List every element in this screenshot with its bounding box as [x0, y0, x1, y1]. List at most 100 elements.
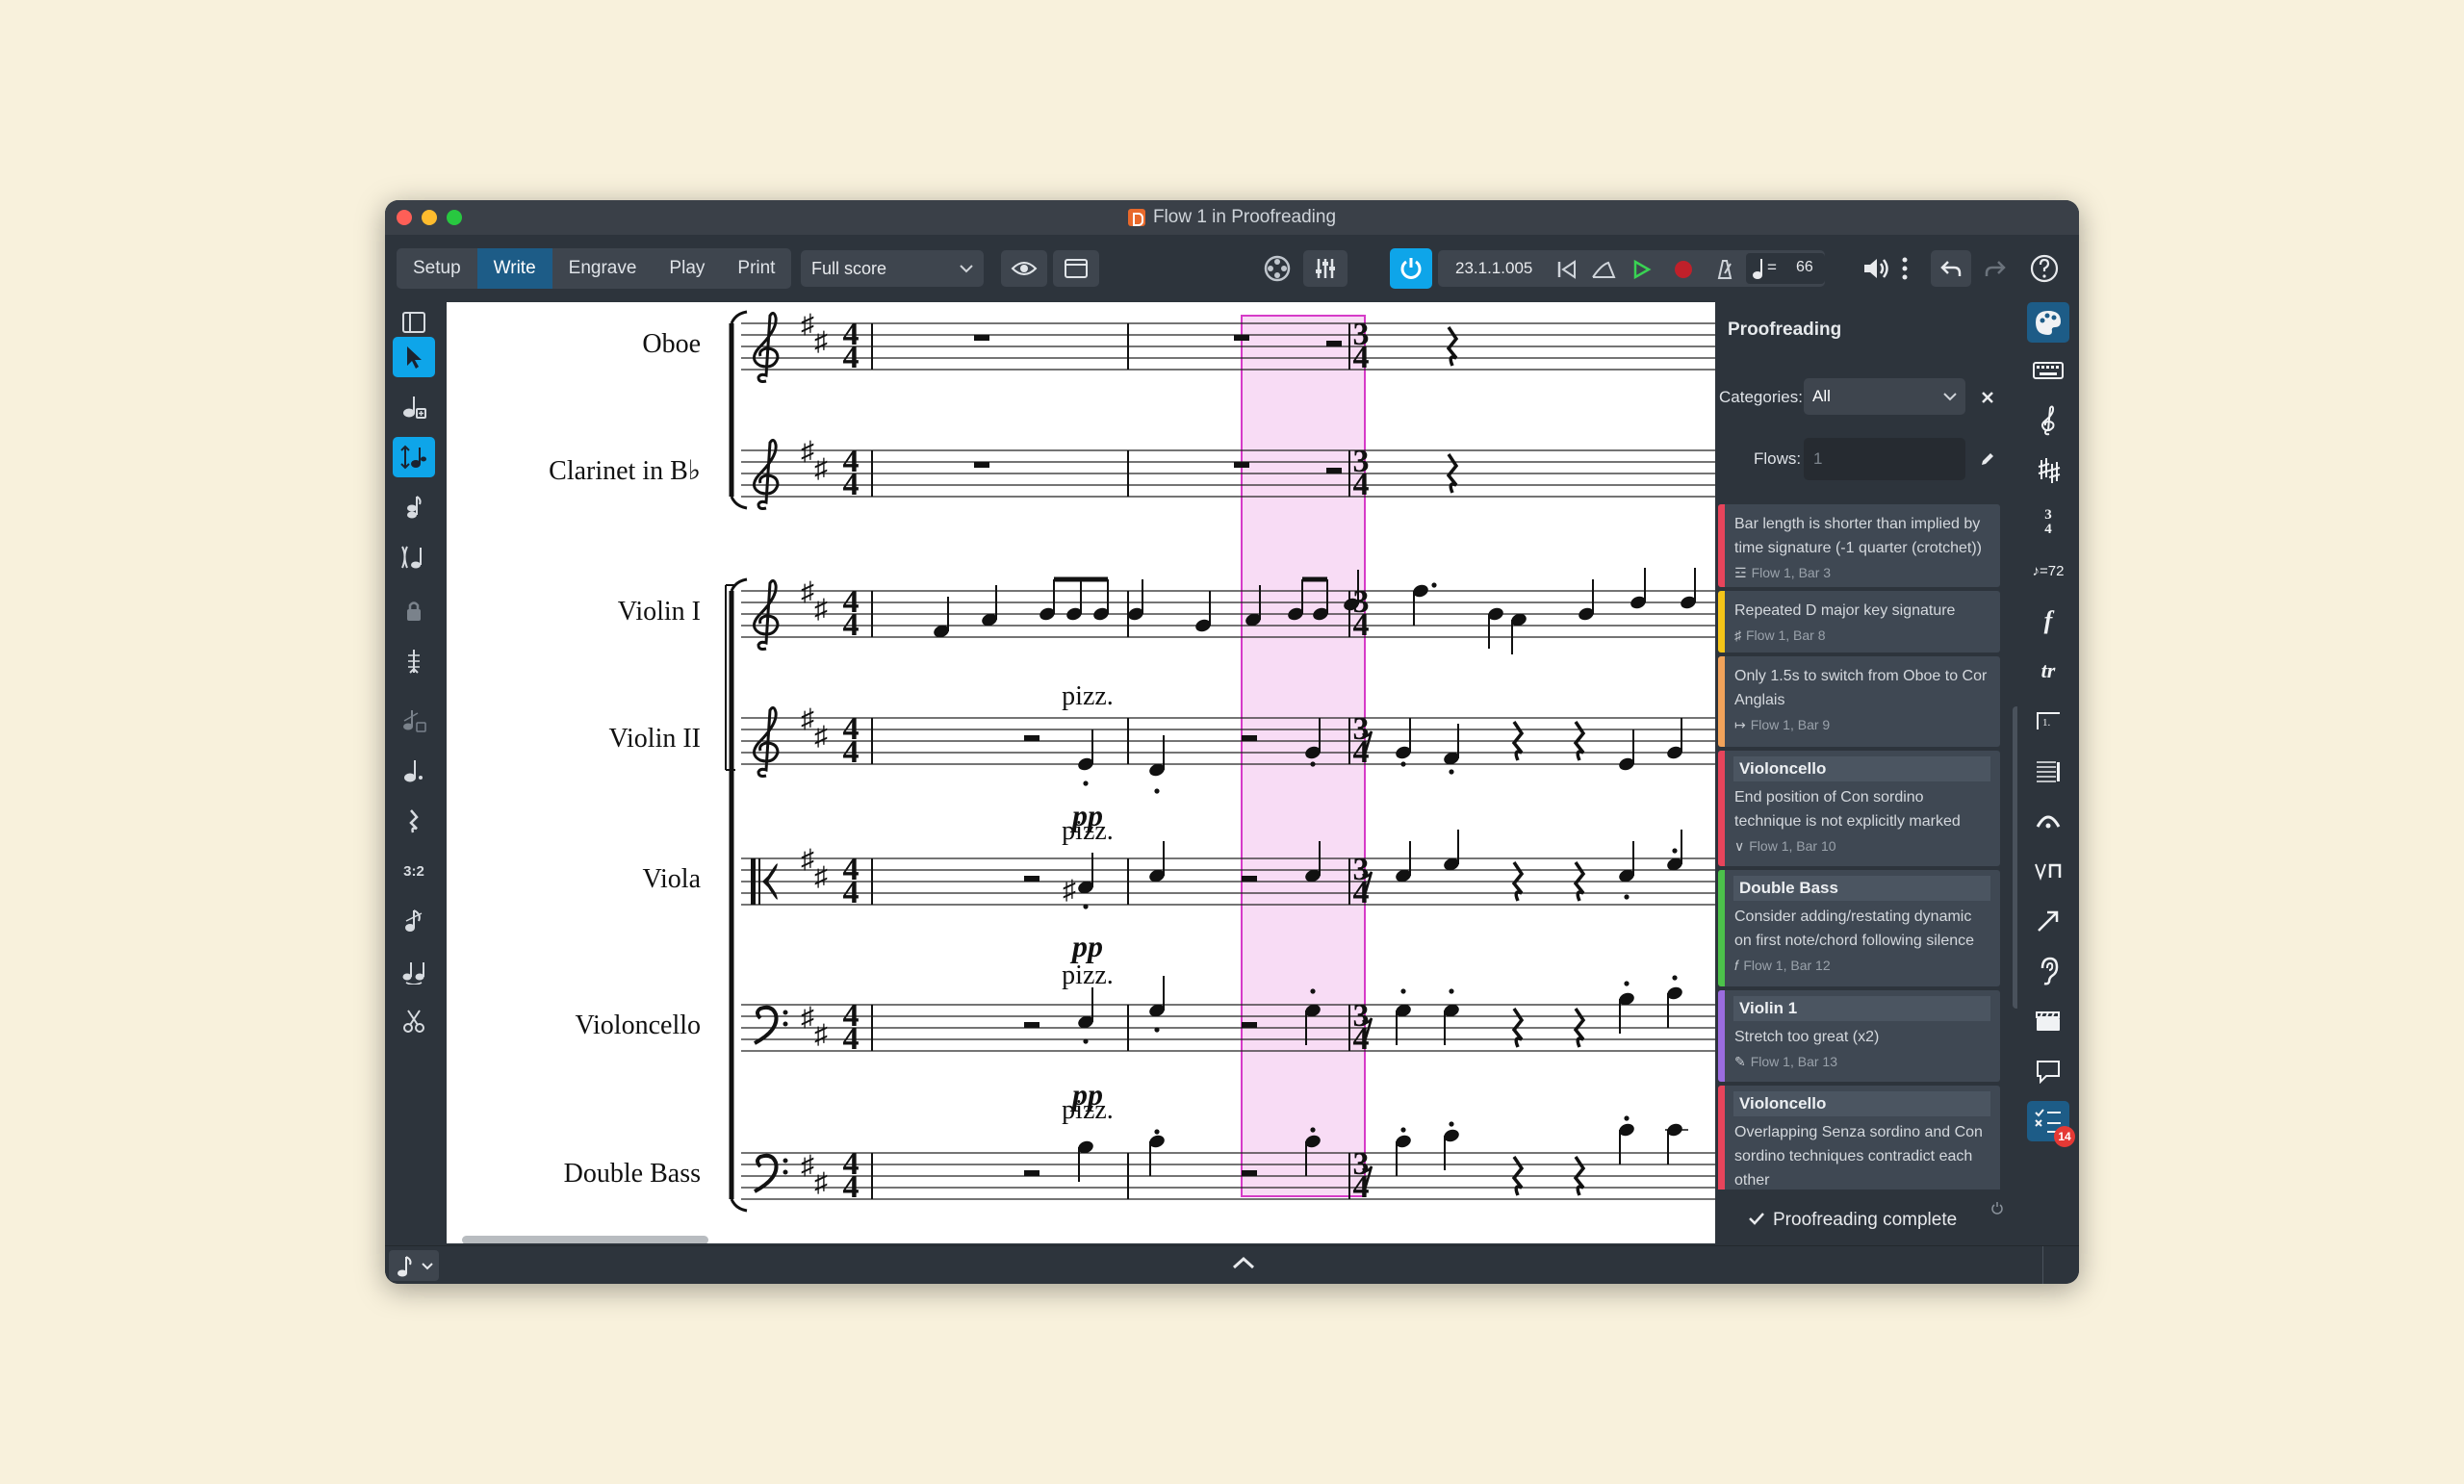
- chevron-up-icon[interactable]: [1232, 1256, 1255, 1269]
- bass-clef: [754, 1153, 779, 1193]
- grace-note-icon: [403, 710, 426, 732]
- window-layout-button[interactable]: [1053, 250, 1099, 287]
- input-mode-button[interactable]: [389, 1250, 439, 1281]
- svg-text:tr: tr: [2041, 658, 2056, 682]
- proofreading-item[interactable]: Violin 1 Stretch too great (x2) ✎ Flow 1, B…: [1718, 990, 2000, 1082]
- flows-input[interactable]: 1: [1804, 438, 1965, 480]
- item-location: ☲ Flow 1, Bar 3: [1734, 562, 1992, 583]
- minimize-window-button[interactable]: [422, 210, 437, 225]
- metronome-icon[interactable]: [1713, 258, 1736, 281]
- ornaments-button[interactable]: tr: [2027, 651, 2069, 691]
- zoom-window-button[interactable]: [447, 210, 462, 225]
- proofreading-item[interactable]: Violoncello Overlapping Senza sordino and…: [1718, 1086, 2000, 1190]
- key-signatures-button[interactable]: [2027, 450, 2069, 491]
- undo-button[interactable]: [1931, 250, 1971, 287]
- record-icon[interactable]: [1673, 259, 1694, 280]
- clear-categories-button[interactable]: [1973, 383, 2002, 412]
- window-title-text: Flow 1 in Proofreading: [1152, 207, 1337, 227]
- repeat-endings-button[interactable]: 1.: [2027, 701, 2069, 741]
- mixer-button[interactable]: [1303, 250, 1348, 287]
- proofreading-item[interactable]: Double Bass Consider adding/restating dyn…: [1718, 870, 2000, 986]
- timecode-display[interactable]: 23.1.1.005: [1455, 250, 1532, 287]
- sharp-sign: ♯: [814, 595, 828, 625]
- time-signatures-button[interactable]: 34: [2027, 500, 2069, 541]
- keyboard-button[interactable]: [2027, 350, 2069, 391]
- lines-button[interactable]: [2027, 901, 2069, 941]
- proofreading-complete-button[interactable]: Proofreading complete: [1748, 1210, 1957, 1231]
- proofreading-list[interactable]: Bar length is shorter than implied by ti…: [1718, 504, 2003, 1190]
- view-options-button[interactable]: [1001, 250, 1047, 287]
- dynamics-button[interactable]: f: [2027, 601, 2069, 641]
- power-small-icon[interactable]: [1990, 1201, 2004, 1215]
- insert-mode-button[interactable]: [393, 437, 435, 477]
- fermata-icon: [2036, 815, 2061, 829]
- proofreading-item[interactable]: Bar length is shorter than implied by ti…: [1718, 504, 2000, 587]
- video-button[interactable]: [2027, 1001, 2069, 1041]
- select-tool-button[interactable]: [393, 337, 435, 377]
- staff-name: Double Bass: [564, 1159, 701, 1189]
- redo-button[interactable]: [1977, 250, 2014, 287]
- item-message: Overlapping Senza sordino and Con sordin…: [1734, 1124, 1983, 1189]
- grace-note-button[interactable]: [393, 701, 435, 741]
- layout-select[interactable]: Full score: [801, 250, 984, 287]
- tempo-display[interactable]: = 66: [1746, 253, 1825, 284]
- item-location: ♯ Flow 1, Bar 8: [1734, 625, 1992, 646]
- edit-flows-button[interactable]: [1971, 443, 2004, 475]
- tie-button[interactable]: [393, 951, 435, 991]
- more-options-button[interactable]: [1895, 250, 1914, 287]
- score-canvas[interactable]: Oboe Clarinet in B♭ Violin I Violin II Viola…: [447, 302, 1715, 1243]
- tab-print[interactable]: Print: [721, 248, 791, 289]
- staccato-dot: [1449, 988, 1454, 994]
- tempo-button[interactable]: ♪=72: [2027, 550, 2069, 591]
- scissors-button[interactable]: [393, 1001, 435, 1041]
- score-view[interactable]: Oboe Clarinet in B♭ Violin I Violin II Viola…: [447, 302, 1715, 1243]
- flows-label: Flows:: [1754, 449, 1802, 468]
- rest-button[interactable]: [393, 801, 435, 841]
- technique-icon: ∨: [1734, 838, 1745, 854]
- metronome-click-icon[interactable]: [1590, 259, 1617, 280]
- close-window-button[interactable]: [397, 210, 412, 225]
- proofreading-button[interactable]: 14: [2027, 1101, 2075, 1147]
- volume-button[interactable]: [1858, 250, 1894, 287]
- time-signature-digit: 4: [843, 1021, 860, 1057]
- tab-write[interactable]: Write: [476, 248, 552, 289]
- voice-button[interactable]: [393, 537, 435, 577]
- proofreading-item[interactable]: Only 1.5s to switch from Oboe to Cor Ang…: [1718, 656, 2000, 747]
- playback-options-button[interactable]: [2027, 951, 2069, 991]
- proofreading-item[interactable]: Repeated D major key signature ♯ Flow 1, B…: [1718, 591, 2000, 652]
- caret-button[interactable]: [393, 641, 435, 681]
- tab-engrave[interactable]: Engrave: [552, 248, 654, 289]
- item-location: 𝑓 Flow 1, Bar 12: [1734, 955, 1992, 976]
- palette-button[interactable]: [2027, 302, 2069, 343]
- item-location-text: Flow 1, Bar 10: [1749, 838, 1836, 854]
- help-button[interactable]: [2026, 250, 2063, 287]
- notations-panel-toolbar: 34 ♪=72 f tr 1. 14: [2017, 302, 2079, 1255]
- half-rest: [1242, 1170, 1257, 1176]
- slash-note-button[interactable]: [393, 901, 435, 941]
- note-input-button[interactable]: [393, 387, 435, 427]
- layout-select-value: Full score: [811, 259, 887, 278]
- clefs-button[interactable]: [2027, 400, 2069, 441]
- proofreading-count-badge: 14: [2054, 1126, 2075, 1147]
- rewind-to-start-icon[interactable]: [1555, 259, 1578, 280]
- ornaments-icon: tr: [2041, 658, 2056, 682]
- playing-techniques-button[interactable]: [2027, 851, 2069, 891]
- play-icon[interactable]: [1630, 259, 1652, 280]
- rhythm-dot-button[interactable]: [393, 751, 435, 791]
- tuplet-button[interactable]: 3:2: [393, 851, 435, 891]
- tab-play[interactable]: Play: [653, 248, 721, 289]
- lock-duration-button[interactable]: [393, 591, 435, 631]
- chevron-down-icon: [959, 250, 974, 301]
- bars-button[interactable]: [2027, 751, 2069, 791]
- proofreading-item[interactable]: Violoncello End position of Con sordino t…: [1718, 751, 2000, 866]
- tab-setup[interactable]: Setup: [397, 248, 477, 289]
- score-scrollbar[interactable]: [462, 1236, 708, 1243]
- item-message: Repeated D major key signature: [1734, 602, 1956, 619]
- holds-pauses-button[interactable]: [2027, 801, 2069, 841]
- video-reel-button[interactable]: [1259, 250, 1296, 287]
- chord-mode-button[interactable]: [393, 487, 435, 527]
- comments-button[interactable]: [2027, 1051, 2069, 1091]
- undo-icon: [1940, 261, 1962, 276]
- categories-select[interactable]: All: [1804, 378, 1965, 415]
- playback-power-button[interactable]: [1390, 248, 1432, 289]
